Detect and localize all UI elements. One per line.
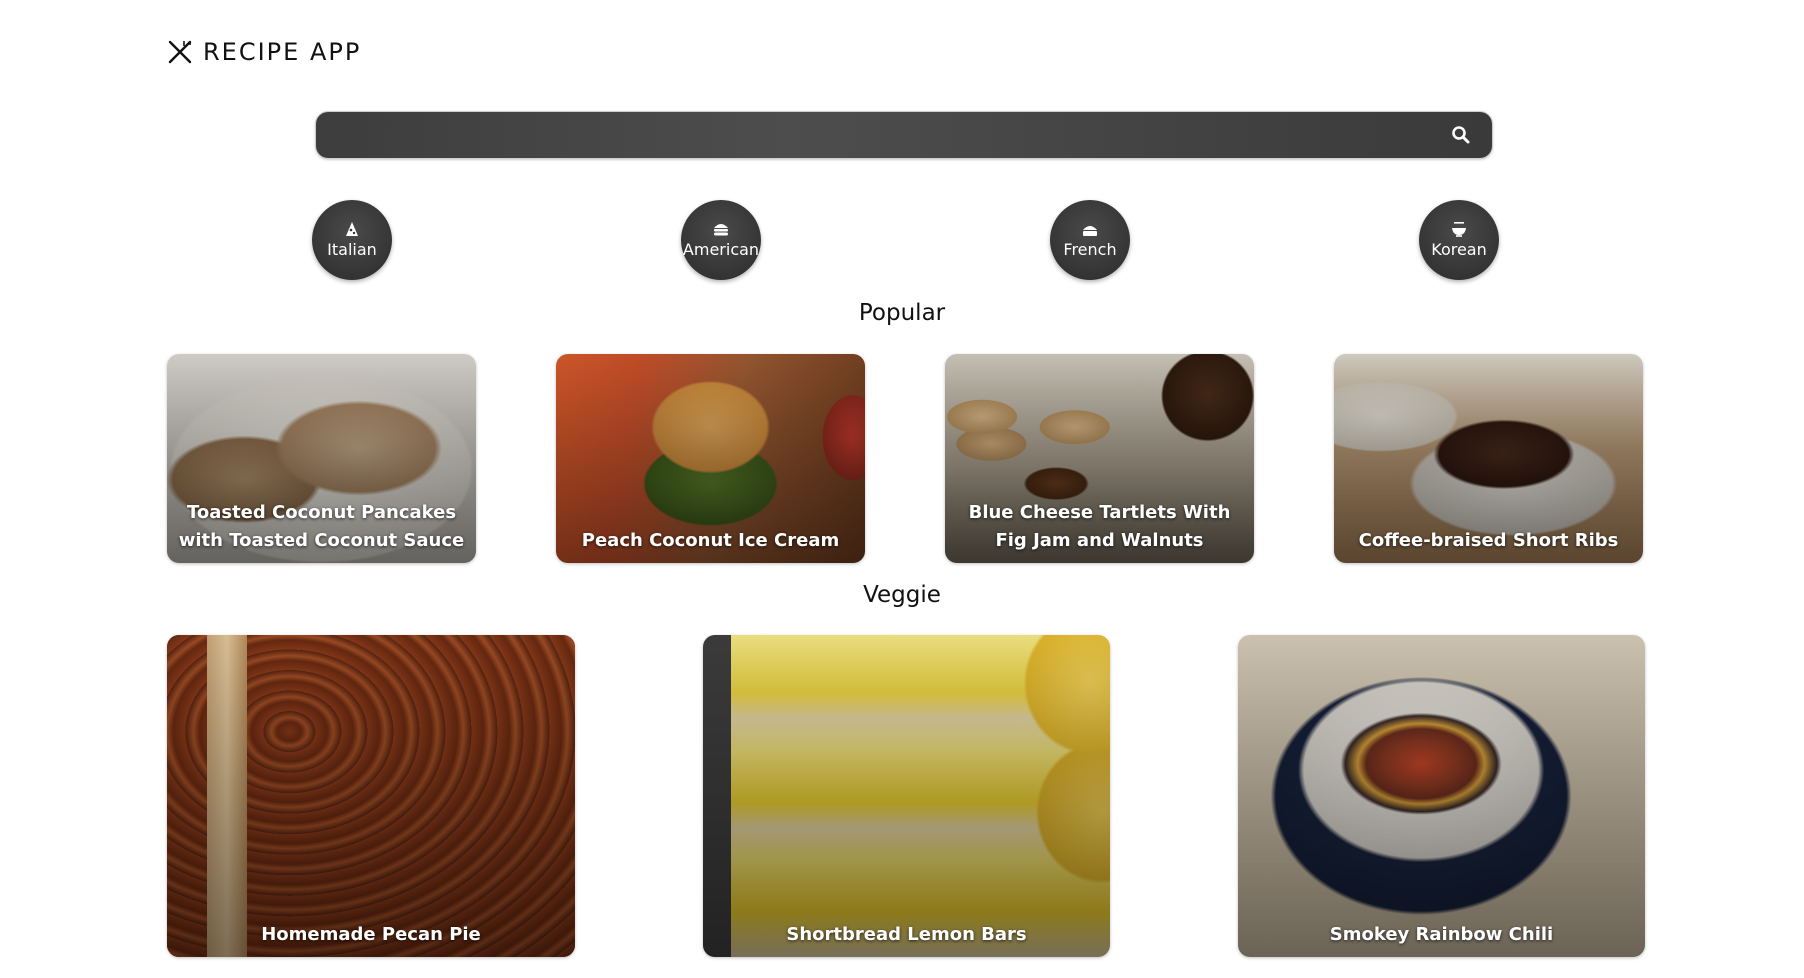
- photo-overlay: [1238, 635, 1645, 957]
- search-input[interactable]: [316, 112, 1416, 158]
- recipe-title: Homemade Pecan Pie: [261, 924, 481, 945]
- cuisine-label: Korean: [1431, 240, 1487, 259]
- cuisine-label: Italian: [327, 240, 377, 259]
- cuisine-korean-button[interactable]: Korean: [1419, 200, 1499, 280]
- recipe-title: Coffee-braised Short Ribs: [1358, 530, 1619, 551]
- photo-overlay: [167, 635, 575, 957]
- search-icon[interactable]: [1450, 124, 1472, 146]
- recipe-title: Peach Coconut Ice Cream: [581, 530, 840, 551]
- search-bar: [316, 112, 1492, 158]
- recipe-title: Shortbread Lemon Bars: [786, 924, 1027, 945]
- section-title-veggie: Veggie: [863, 582, 941, 608]
- pizza-icon: [346, 222, 358, 236]
- section-title-popular: Popular: [858, 300, 946, 326]
- cuisine-label: French: [1063, 240, 1117, 259]
- app-logo[interactable]: RECIPE APP: [167, 38, 361, 66]
- recipe-card[interactable]: Peach Coconut Ice Cream: [556, 354, 865, 563]
- recipe-card[interactable]: Homemade Pecan Pie: [167, 635, 575, 957]
- photo-overlay: [703, 635, 1110, 957]
- recipe-card[interactable]: Blue Cheese Tartlets With Fig Jam and Wa…: [945, 354, 1254, 563]
- app-title: RECIPE APP: [203, 38, 362, 66]
- cuisine-american-button[interactable]: American: [681, 200, 761, 280]
- recipe-title: Blue Cheese Tartlets With Fig Jam and Wa…: [968, 502, 1231, 551]
- cuisine-filter-list: Italian American French Korean: [0, 200, 1804, 282]
- cuisine-italian-button[interactable]: Italian: [312, 200, 392, 280]
- cuisine-label: American: [682, 240, 760, 259]
- cuisine-french-button[interactable]: French: [1050, 200, 1130, 280]
- fork-knife-icon: [168, 40, 192, 64]
- recipe-card[interactable]: Shortbread Lemon Bars: [703, 635, 1110, 957]
- cake-icon: [1083, 226, 1097, 236]
- recipe-title: Toasted Coconut Pancakes with Toasted Co…: [178, 502, 465, 551]
- recipe-card[interactable]: Coffee-braised Short Ribs: [1334, 354, 1643, 563]
- recipe-card[interactable]: Smokey Rainbow Chili: [1238, 635, 1645, 957]
- hamburger-icon: [714, 224, 728, 236]
- recipe-card[interactable]: Toasted Coconut Pancakes with Toasted Co…: [167, 354, 476, 563]
- bowl-icon: [1452, 222, 1466, 237]
- recipe-title: Smokey Rainbow Chili: [1329, 924, 1554, 945]
